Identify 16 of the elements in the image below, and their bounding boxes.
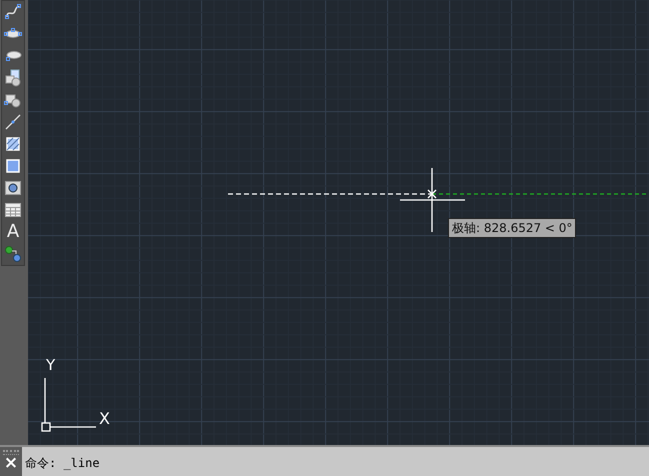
command-history-line: 命令: _line (25, 456, 100, 470)
block-icon[interactable] (4, 69, 22, 87)
spline-icon[interactable] (4, 3, 22, 21)
add-selected-icon[interactable] (4, 245, 22, 263)
gradient-icon[interactable] (4, 157, 22, 175)
x-axis-label: X (99, 411, 110, 427)
polar-tooltip: 极轴: 828.6527 < 0° (448, 218, 576, 238)
y-axis-label: Y (46, 358, 56, 373)
hatch-icon[interactable] (4, 135, 22, 153)
point-icon[interactable] (4, 113, 22, 131)
crosshair-cursor (400, 168, 465, 232)
text-tool[interactable]: A (6, 223, 20, 241)
table-icon[interactable] (4, 201, 22, 219)
ucs-axis-icon (41, 378, 96, 432)
region-icon[interactable] (4, 179, 22, 197)
grip-handle[interactable] (3, 450, 19, 455)
